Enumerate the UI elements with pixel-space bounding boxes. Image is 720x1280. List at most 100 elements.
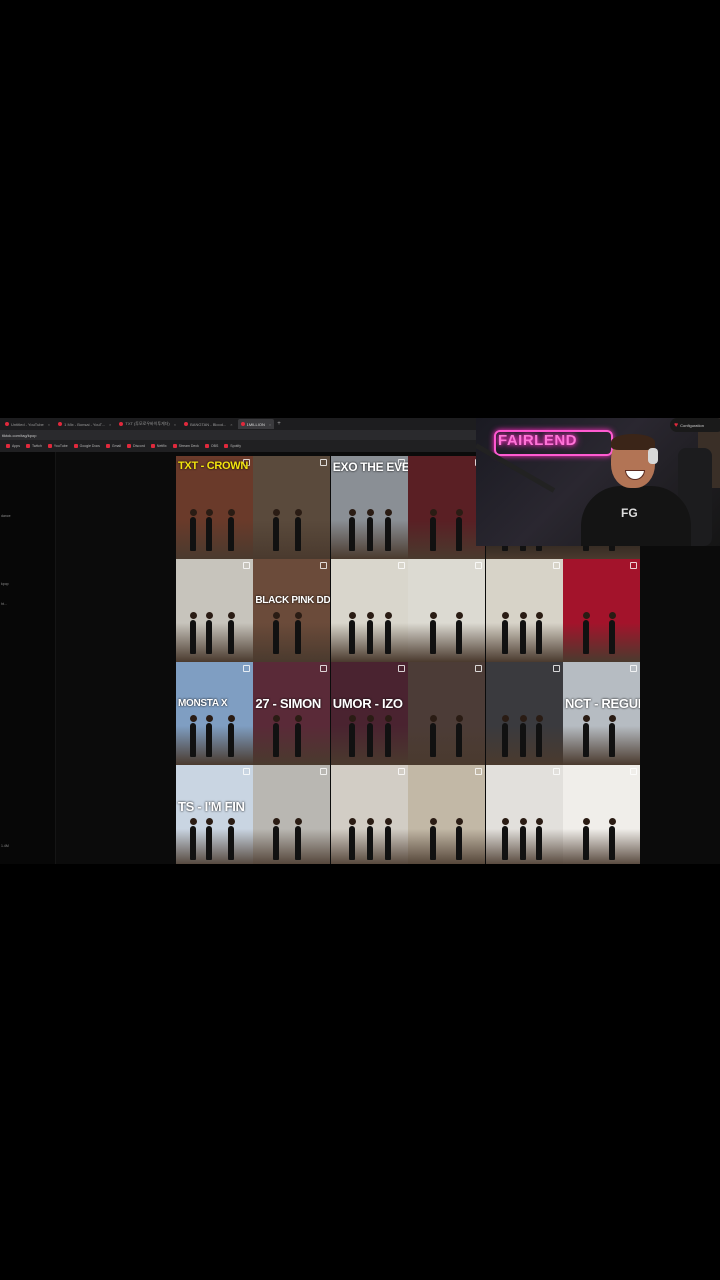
dancer-figure (206, 818, 213, 860)
tab-label: 1MILLION (246, 421, 265, 427)
video-thumbnail[interactable] (330, 765, 408, 864)
video-thumbnail[interactable]: TS - I'M FIN (176, 765, 253, 864)
dancer-figure (384, 818, 392, 860)
dancer-figure (430, 715, 438, 757)
play-icon (320, 768, 328, 775)
video-thumbnail[interactable] (176, 559, 253, 662)
close-icon[interactable]: × (109, 422, 111, 427)
streamer-hair (611, 434, 655, 450)
dancer-figure (190, 612, 197, 654)
bookmark-icon (127, 444, 132, 448)
dancer-figure (295, 612, 303, 654)
dancer-figure (384, 509, 392, 551)
dancer-figure (348, 818, 356, 860)
bookmark-item[interactable]: Netflix (150, 444, 167, 448)
sidebar-item[interactable]: ht... (1, 602, 7, 606)
bookmark-item[interactable]: Google Docs (73, 444, 100, 448)
bookmark-item[interactable]: Stream Deck (172, 444, 199, 448)
shirt-logo: FG (621, 506, 638, 520)
close-icon[interactable]: × (174, 422, 176, 427)
dancer-figure (190, 818, 197, 860)
bookmark-item[interactable]: Twitch (25, 444, 42, 448)
video-thumbnail[interactable]: UMOR - IZO (330, 662, 408, 765)
bookmark-label: Gmail (111, 444, 122, 448)
address-bar[interactable]: tiktok.com/tag/kpop (0, 430, 476, 440)
dancer-figure (228, 612, 235, 654)
bookmark-icon (105, 444, 110, 448)
dancer-figure (366, 509, 374, 551)
video-title-overlay: BLACK PINK DDU-DU DDU (255, 595, 331, 606)
dancer-figure (295, 818, 303, 860)
dancer-figure (456, 509, 464, 551)
video-thumbnail[interactable]: EXO THE EVE (330, 456, 408, 559)
play-icon (320, 459, 328, 466)
video-thumbnail[interactable] (408, 559, 486, 662)
sidebar-item[interactable]: dance (1, 514, 11, 518)
video-thumbnail[interactable]: MONSTA X (176, 662, 253, 765)
play-icon (397, 768, 405, 775)
video-thumbnail[interactable] (485, 559, 563, 662)
video-thumbnail[interactable] (408, 456, 486, 559)
dancer-figure (430, 509, 438, 551)
play-icon (552, 665, 560, 672)
video-thumbnail[interactable]: TXT - CROWN (176, 456, 253, 559)
video-thumbnail[interactable] (408, 765, 486, 864)
video-title-overlay: NCT - REGULA (564, 696, 640, 711)
new-tab-button[interactable]: + (277, 421, 281, 427)
video-thumbnail[interactable]: 27 - SIMON (253, 662, 331, 765)
close-icon[interactable]: × (48, 422, 50, 427)
browser-tab[interactable]: TXT (투모로우바이투게더) × (116, 419, 179, 429)
bookmarks-bar: Apps Twitch YouTube Google Docs Gmail Discord… (0, 440, 476, 452)
video-thumbnail[interactable]: BLACK PINK DDU-DU DDU (253, 559, 331, 662)
play-icon (243, 768, 250, 775)
dancer-figure (582, 818, 590, 860)
video-thumbnail[interactable] (253, 765, 331, 864)
chat-chip[interactable]: ♥ Configuration (670, 418, 720, 432)
bookmark-item[interactable]: Gmail (105, 444, 122, 448)
dancer-figure (206, 715, 213, 757)
video-thumbnail[interactable]: NCT - REGULA (562, 662, 640, 765)
browser-tab-active[interactable]: 1MILLION × (237, 419, 275, 429)
dancer-figure (535, 612, 543, 654)
address-url[interactable]: tiktok.com/tag/kpop (2, 433, 36, 438)
bookmark-item[interactable]: Apps (6, 444, 20, 448)
bookmark-item[interactable]: Spotify (224, 444, 241, 448)
video-thumbnail[interactable] (485, 662, 563, 765)
tiktok-icon (240, 422, 245, 426)
browser-tab[interactable]: 1 Mix - Bonsai - YouT... × (55, 419, 114, 429)
bookmark-label: Spotify (230, 444, 241, 448)
video-thumbnail[interactable] (562, 559, 640, 662)
video-thumbnail[interactable] (408, 662, 486, 765)
video-thumbnail[interactable] (330, 559, 408, 662)
dancer-figure (366, 818, 374, 860)
bookmark-icon (224, 444, 229, 448)
browser-tab[interactable]: BANGTAN - Blood... × (181, 419, 236, 429)
bookmark-item[interactable]: OBS (204, 444, 218, 448)
chat-chip-text: Configuration (680, 422, 704, 428)
video-title-overlay: TXT - CROWN (178, 460, 249, 472)
dancer-figure (206, 509, 213, 551)
play-icon (629, 562, 637, 569)
dancer-figure (190, 715, 197, 757)
video-thumbnail[interactable] (485, 765, 563, 864)
dancer-figure (273, 612, 281, 654)
streamer: FG (581, 434, 691, 546)
browser-tab[interactable]: Untitled - YouTube × (2, 419, 53, 429)
play-icon (475, 768, 483, 775)
bookmark-item[interactable]: Discord (127, 444, 145, 448)
dancer-figure (190, 509, 197, 551)
bookmark-item[interactable]: YouTube (47, 444, 68, 448)
bookmark-label: Twitch (31, 444, 42, 448)
video-thumbnail[interactable] (562, 765, 640, 864)
dancer-figure (366, 715, 374, 757)
close-icon[interactable]: × (230, 422, 232, 427)
bookmark-icon (150, 444, 155, 448)
headset-icon (648, 448, 658, 464)
play-icon (552, 562, 560, 569)
close-icon[interactable]: × (269, 422, 271, 427)
sidebar-item[interactable]: 1.4M (1, 844, 9, 848)
dancer-figure (273, 509, 281, 551)
dancer-figure (535, 715, 543, 757)
video-thumbnail[interactable] (253, 456, 331, 559)
sidebar-item[interactable]: kpop (1, 582, 9, 586)
